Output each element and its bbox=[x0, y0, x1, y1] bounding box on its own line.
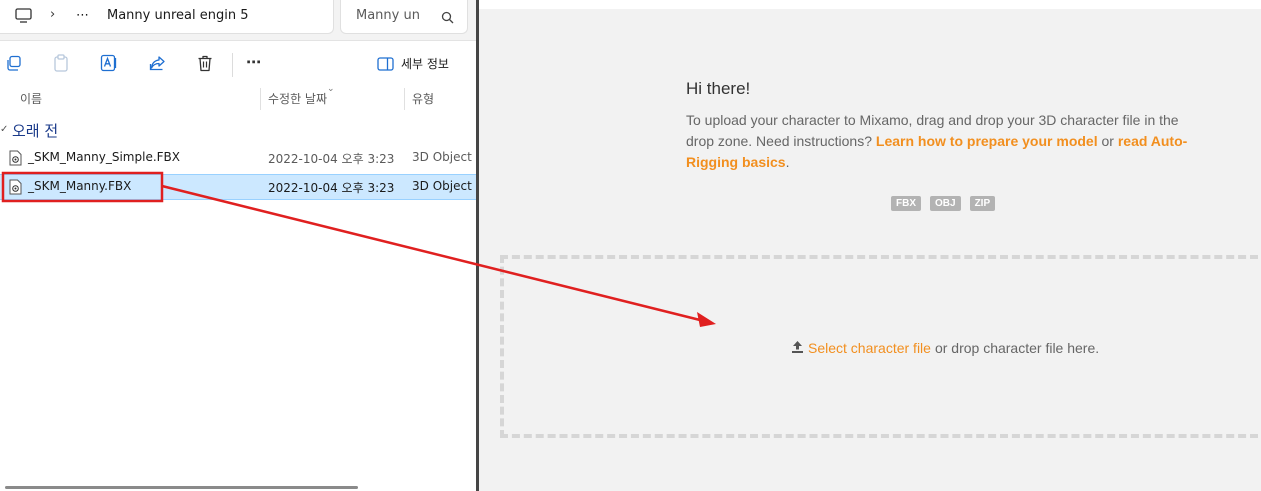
format-badge-fbx: FBX bbox=[891, 196, 921, 211]
command-bar: ⋯ 세부 정보 bbox=[0, 41, 476, 87]
breadcrumb-overflow[interactable]: ⋯ bbox=[76, 8, 89, 23]
group-header[interactable]: 오래 전 bbox=[12, 120, 58, 141]
or-text: or bbox=[1101, 133, 1114, 149]
details-pane-button[interactable]: 세부 정보 bbox=[401, 55, 449, 72]
search-input[interactable]: Manny un bbox=[356, 8, 420, 23]
select-character-file-link[interactable]: Select character file bbox=[808, 340, 931, 356]
column-divider[interactable] bbox=[260, 88, 261, 110]
format-badges: FBX OBJ ZIP bbox=[891, 196, 996, 211]
share-icon[interactable] bbox=[148, 54, 166, 72]
details-pane-icon[interactable] bbox=[377, 56, 394, 75]
horizontal-scrollbar[interactable] bbox=[5, 486, 358, 489]
chevron-right-icon[interactable]: › bbox=[50, 7, 55, 22]
3d-object-file-icon bbox=[9, 150, 22, 170]
file-explorer-window: › ⋯ Manny unreal engin 5 Manny un ⋯ 세부 정… bbox=[0, 0, 476, 491]
file-type: 3D Object bbox=[412, 150, 472, 164]
file-row[interactable]: _SKM_Manny_Simple.FBX 2022-10-04 오후 3:23… bbox=[0, 146, 476, 170]
sort-chevron-icon: ⌄ bbox=[327, 84, 335, 94]
upload-icon[interactable] bbox=[791, 340, 804, 356]
file-row-selected[interactable]: _SKM_Manny.FBX 2022-10-04 오후 3:23 3D Obj… bbox=[0, 174, 476, 200]
paste-icon[interactable] bbox=[52, 54, 70, 72]
column-header-name[interactable]: 이름 bbox=[20, 90, 42, 107]
file-name: _SKM_Manny.FBX bbox=[28, 179, 132, 193]
file-modified: 2022-10-04 오후 3:23 bbox=[268, 152, 395, 166]
drop-hint-text: or drop character file here. bbox=[934, 340, 1100, 356]
address-bar-area: › ⋯ Manny unreal engin 5 Manny un bbox=[0, 0, 476, 41]
prepare-model-link[interactable]: Learn how to prepare your model bbox=[876, 133, 1098, 149]
toolbar-separator bbox=[232, 53, 233, 77]
copy-icon[interactable] bbox=[5, 54, 23, 72]
column-header-modified[interactable]: 수정한 날짜 bbox=[268, 90, 327, 107]
top-strip bbox=[479, 0, 1261, 9]
period-text: . bbox=[785, 154, 790, 170]
rename-icon[interactable] bbox=[100, 54, 118, 72]
computer-icon[interactable] bbox=[15, 8, 32, 27]
file-modified: 2022-10-04 오후 3:23 bbox=[268, 181, 395, 195]
upload-instructions: To upload your character to Mixamo, drag… bbox=[686, 110, 1196, 173]
greeting-heading: Hi there! bbox=[686, 79, 751, 98]
column-header-type[interactable]: 유형 bbox=[412, 90, 434, 107]
breadcrumb-folder[interactable]: Manny unreal engin 5 bbox=[107, 8, 248, 23]
trash-icon[interactable] bbox=[196, 54, 214, 72]
format-badge-obj: OBJ bbox=[930, 196, 961, 211]
group-collapse-icon[interactable]: ✓ bbox=[0, 124, 8, 135]
more-options-button[interactable]: ⋯ bbox=[246, 53, 261, 71]
search-box[interactable]: Manny un bbox=[340, 0, 468, 34]
address-bar[interactable]: › ⋯ Manny unreal engin 5 bbox=[0, 0, 334, 34]
drop-zone-prompt: Select character file or drop character … bbox=[791, 340, 1099, 356]
column-divider[interactable] bbox=[404, 88, 405, 110]
file-name: _SKM_Manny_Simple.FBX bbox=[28, 150, 181, 164]
3d-object-file-icon bbox=[9, 179, 22, 199]
format-badge-zip: ZIP bbox=[969, 196, 996, 211]
file-type: 3D Object bbox=[412, 179, 472, 193]
search-icon[interactable] bbox=[441, 9, 454, 28]
mixamo-upload-panel: Hi there! To upload your character to Mi… bbox=[479, 0, 1261, 491]
